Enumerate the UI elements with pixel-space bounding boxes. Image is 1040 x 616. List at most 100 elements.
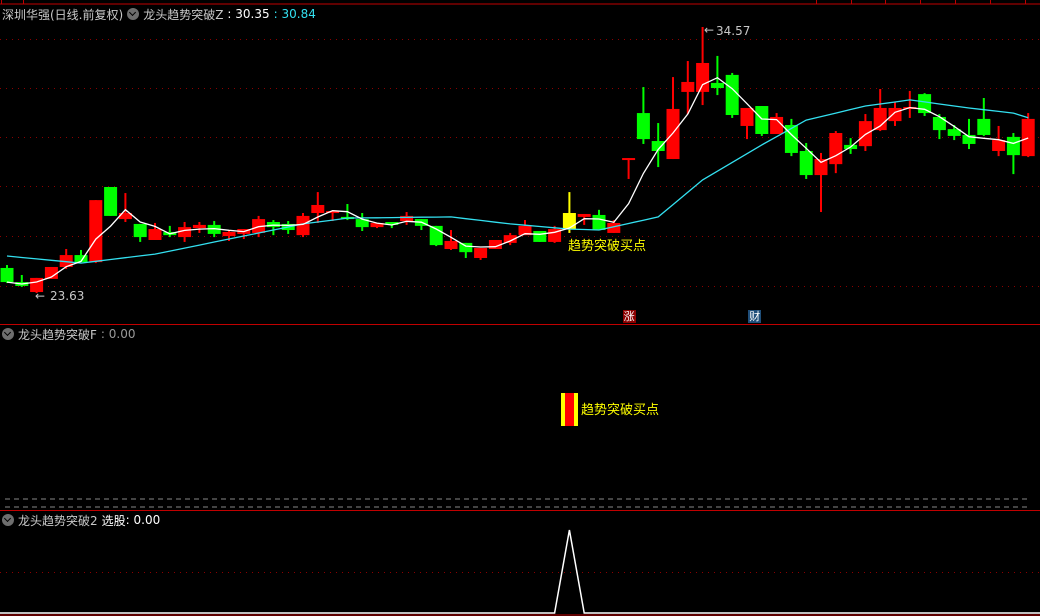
candle-body <box>1006 136 1020 156</box>
tag-zhang[interactable]: 涨 <box>622 310 636 323</box>
gridlines <box>0 39 1040 287</box>
candle <box>459 242 473 258</box>
signal-label: 趋势突破买点 <box>568 238 646 254</box>
candle-wick <box>716 55 719 96</box>
panel2-signal-bar-core <box>565 393 574 426</box>
stock-title: 深圳华强(日线.前复权) <box>2 7 124 22</box>
candle-body <box>622 158 636 161</box>
candle-body <box>444 240 458 249</box>
candle-body <box>814 159 828 176</box>
candle <box>518 220 532 236</box>
main-header: 深圳华强(日线.前复权) 龙头趋势突破Z : 30.35 : 30.84 <box>2 6 316 22</box>
candle-body <box>592 214 606 231</box>
candle <box>710 55 724 96</box>
candle-body <box>104 186 118 216</box>
high-price-arrow: ← <box>704 23 714 37</box>
candle-body <box>296 215 310 236</box>
candle-body <box>562 213 576 230</box>
candle <box>355 213 369 231</box>
candle-body <box>459 242 473 253</box>
candle-body <box>710 82 724 89</box>
candle-body <box>725 74 739 116</box>
candle-body <box>222 231 236 237</box>
candle-wick <box>627 158 630 179</box>
panel3-label: 选股 <box>101 513 126 528</box>
candle <box>133 223 147 242</box>
indicator-name: 龙头趋势突破Z <box>143 7 224 22</box>
candle <box>888 102 902 126</box>
candle-body <box>474 248 488 258</box>
candle-body <box>681 81 695 92</box>
candle <box>666 77 680 160</box>
candle <box>1021 113 1035 158</box>
top-scale-ticks <box>1 0 1026 4</box>
chevron-down-icon[interactable] <box>127 8 140 20</box>
candle-body <box>799 151 813 176</box>
candle-body <box>888 107 902 122</box>
candle-body <box>740 107 754 126</box>
panel3-signal-line <box>0 529 1040 614</box>
candle <box>903 90 917 118</box>
candle <box>192 222 206 233</box>
panel2-value: : 0.00 <box>100 327 136 341</box>
candle-body <box>858 121 872 147</box>
panel2-header: 龙头趋势突破F : 0.00 <box>2 326 135 342</box>
candle <box>932 114 946 140</box>
candle <box>311 192 325 223</box>
candle-body <box>133 223 147 238</box>
candle <box>622 158 636 179</box>
candle-wick <box>968 118 970 150</box>
candle-body <box>148 229 162 240</box>
candle-body <box>829 133 843 165</box>
candle <box>1006 133 1020 175</box>
candle <box>829 131 843 174</box>
indicator-value-cyan: : 30.84 <box>273 7 316 21</box>
candle <box>918 93 932 116</box>
candle <box>533 230 547 242</box>
candlesticks <box>0 27 1035 293</box>
candle-body <box>918 94 932 114</box>
candle-body <box>977 118 991 135</box>
candle <box>947 124 961 141</box>
candle-wick <box>908 90 911 118</box>
indicator-value-white: : 30.35 <box>227 7 270 21</box>
candle-body <box>636 113 650 140</box>
candle <box>89 200 103 264</box>
tag-cai[interactable]: 财 <box>748 310 762 323</box>
candle <box>740 107 754 140</box>
candle-body <box>192 224 206 229</box>
candle <box>266 220 280 236</box>
candle-body <box>696 62 710 92</box>
panel3-header: 龙头趋势突破2 选股 : 0.00 <box>2 512 160 528</box>
candle <box>0 265 14 284</box>
candle-body <box>311 204 325 214</box>
candle-body <box>1021 118 1035 157</box>
panel3-title: 龙头趋势突破2 <box>18 513 98 528</box>
panel3-value: : 0.00 <box>125 513 161 527</box>
candle <box>977 97 991 136</box>
candle <box>104 186 118 216</box>
candle <box>474 248 488 260</box>
candle <box>844 138 858 154</box>
candle <box>784 118 798 157</box>
candle <box>873 89 887 132</box>
candle-body <box>89 200 103 263</box>
low-price-arrow: ← <box>35 289 45 303</box>
candle-body <box>666 108 680 160</box>
candle <box>755 106 769 136</box>
low-price-label: 23.63 <box>50 289 84 303</box>
panel2-signal-label: 趋势突破买点 <box>581 402 659 418</box>
chevron-down-icon[interactable] <box>2 514 14 526</box>
candle <box>15 275 29 287</box>
candle-body <box>533 230 547 242</box>
candle <box>725 72 739 118</box>
candle-body <box>873 107 887 131</box>
candle-body <box>577 213 591 217</box>
candle-wick <box>168 225 171 238</box>
candle-body <box>755 106 769 134</box>
candle <box>59 248 73 269</box>
high-price-label: 34.57 <box>716 24 750 38</box>
chevron-down-icon[interactable] <box>2 328 14 340</box>
candle <box>636 87 650 144</box>
candle-body <box>992 140 1006 152</box>
